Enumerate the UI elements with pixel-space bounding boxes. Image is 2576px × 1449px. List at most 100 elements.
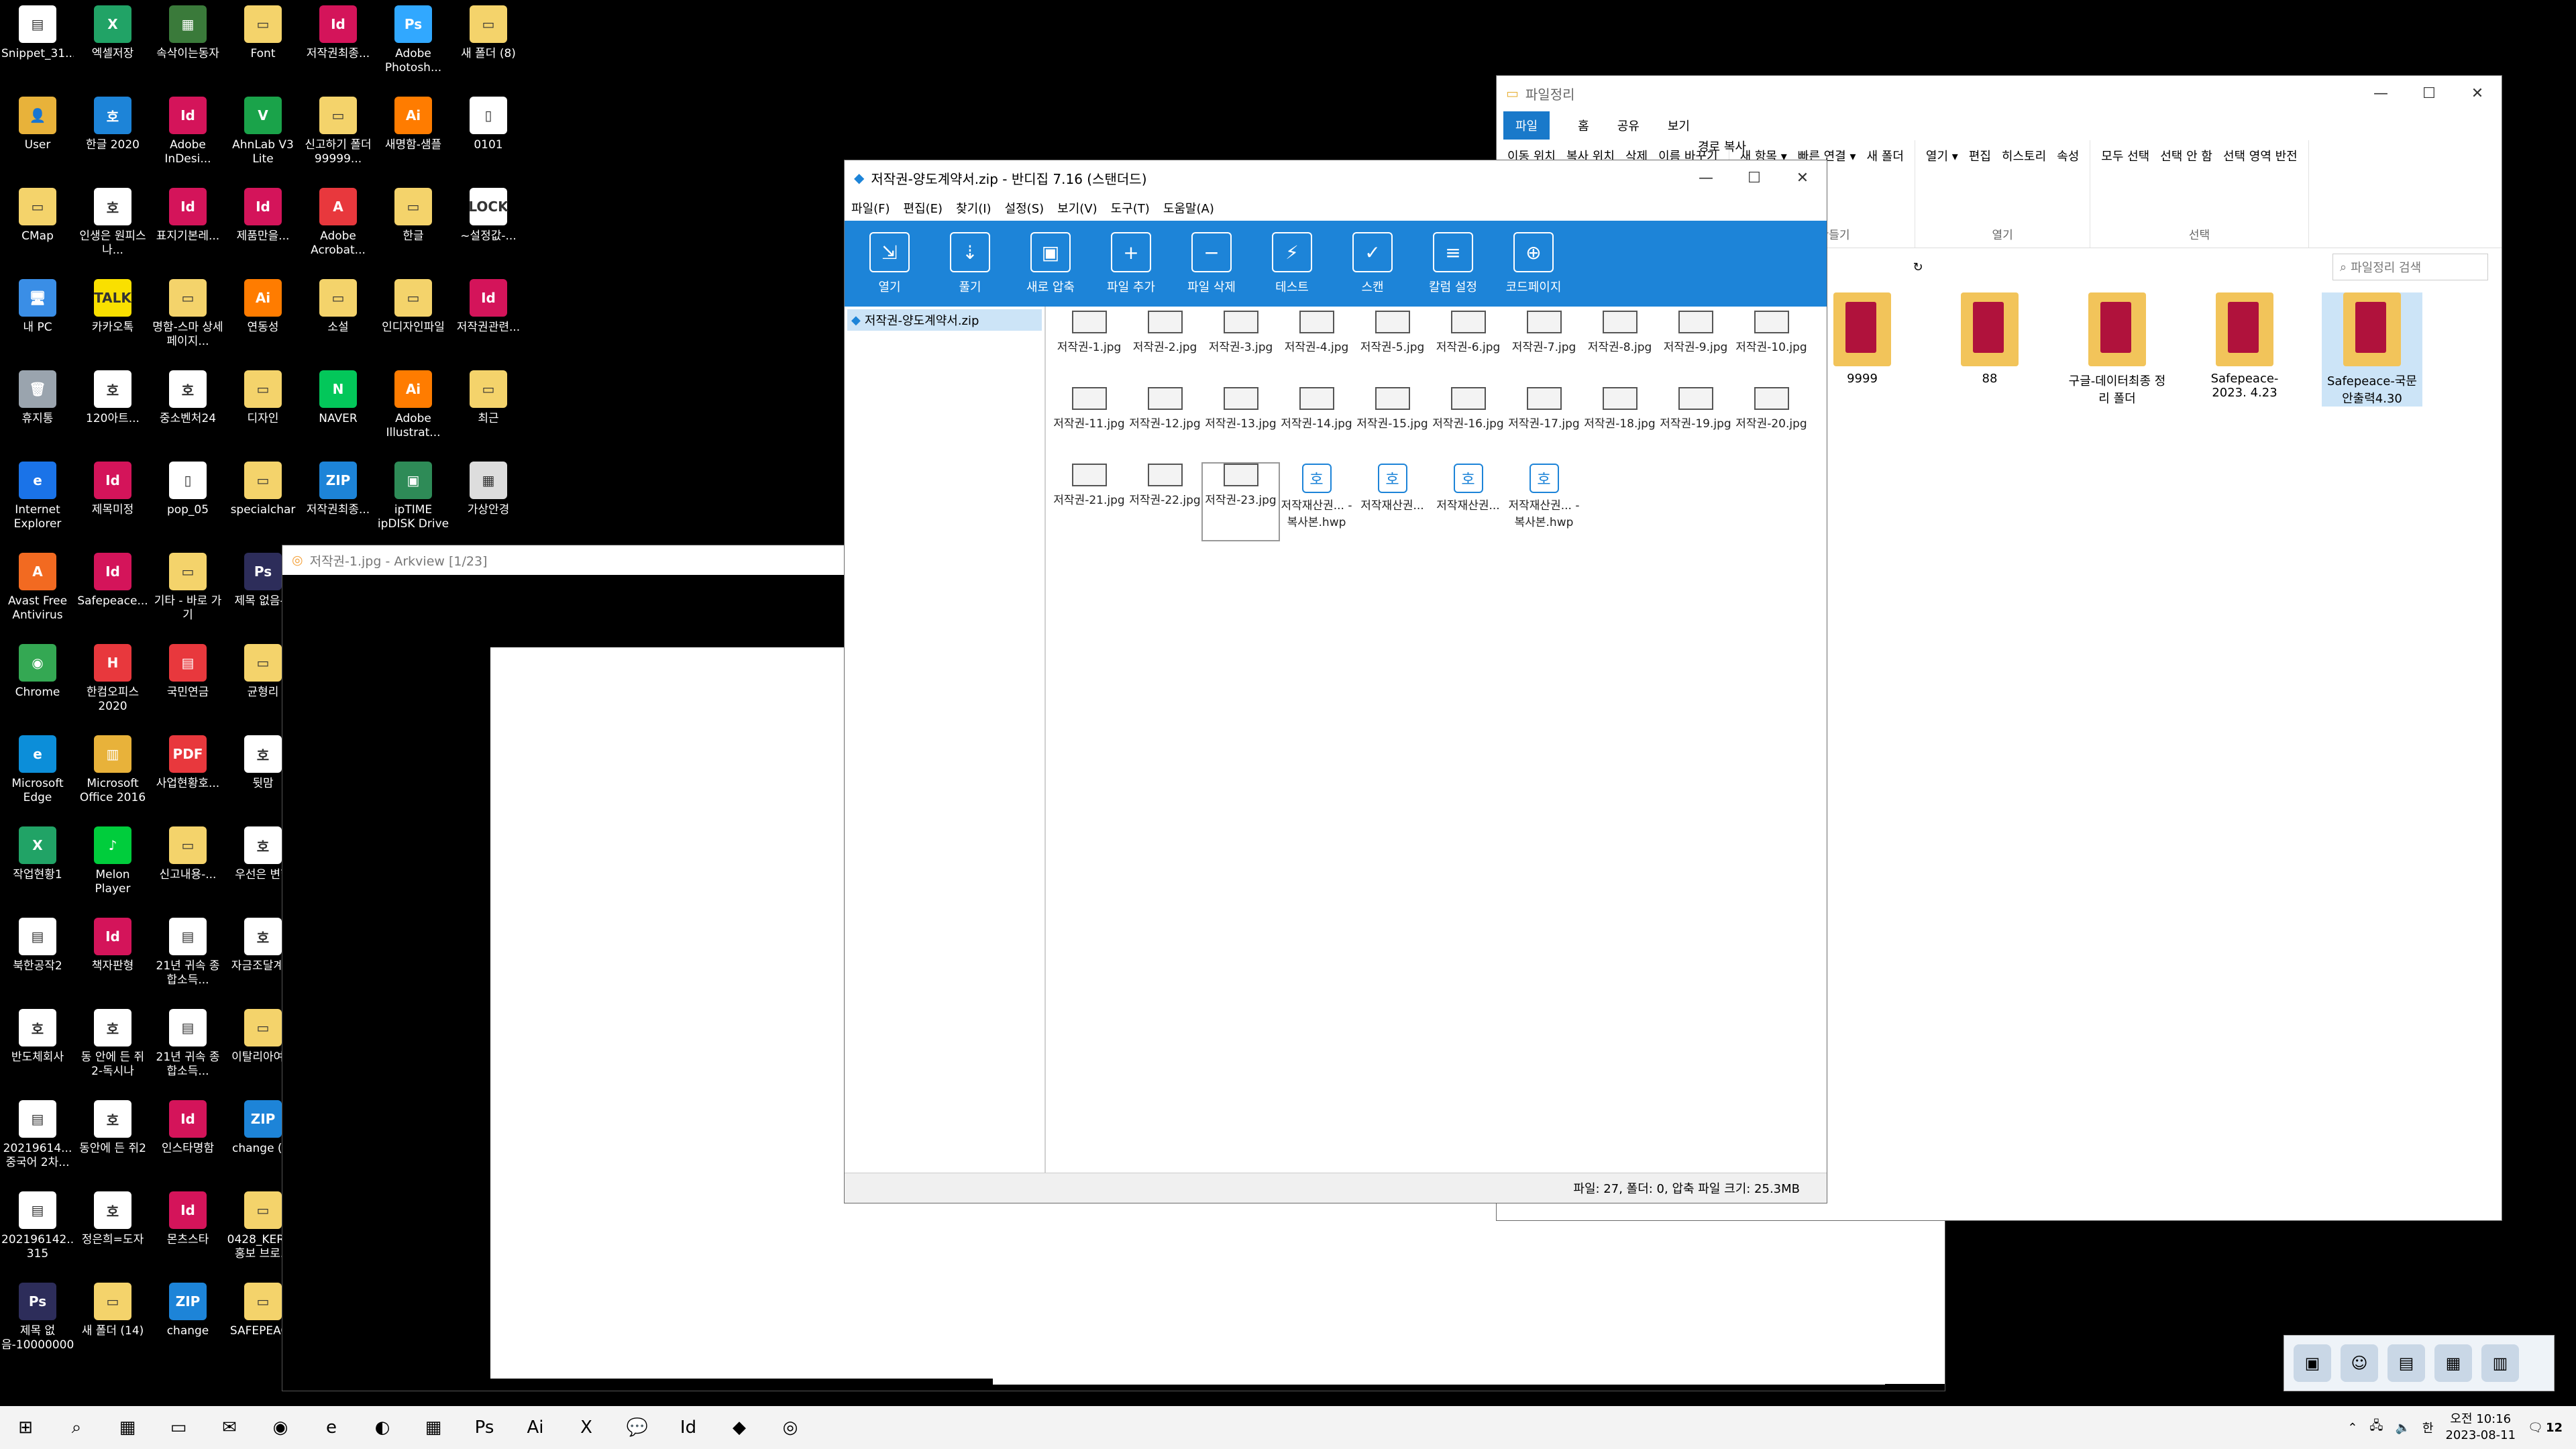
archive-file-item[interactable]: 저작권-12.jpg xyxy=(1127,387,1203,464)
desktop-icon[interactable]: Id 책자판형 xyxy=(75,912,150,1004)
desktop-icon[interactable]: Ps Adobe Photosh... xyxy=(376,0,451,91)
ribbon-command[interactable]: 편집 xyxy=(1969,147,1991,164)
minimize-button[interactable]: — xyxy=(2357,76,2405,111)
archive-file-item[interactable]: 저작권-11.jpg xyxy=(1051,387,1127,464)
desktop-icon[interactable]: ◉ Chrome xyxy=(0,639,75,730)
bandizip-titlebar[interactable]: ◆ 저작권-양도계약서.zip - 반디집 7.16 (스탠더드) — ☐ ✕ xyxy=(845,160,1827,195)
archive-file-item[interactable]: 저작권-22.jpg xyxy=(1127,464,1203,540)
taskbar-illustrator-icon[interactable]: Ai xyxy=(510,1406,561,1449)
desktop-icon[interactable]: ▭ 최근 xyxy=(451,365,526,456)
taskbar-photoshop-icon[interactable]: Ps xyxy=(459,1406,510,1449)
archive-file-item[interactable]: 저작권-10.jpg xyxy=(1733,311,1809,387)
desktop-icon[interactable]: TALK 카카오톡 xyxy=(75,274,150,365)
desktop-icon[interactable]: ▭ 소설 xyxy=(301,274,376,365)
desktop-icon[interactable]: ▭ 새 폴더 (14) xyxy=(75,1277,150,1368)
desktop-icon[interactable]: Id 저작권최종... xyxy=(301,0,376,91)
taskbar-search-icon[interactable]: ⌕ xyxy=(51,1406,102,1449)
desktop-icon[interactable]: Id 저작권관련... xyxy=(451,274,526,365)
desktop-icon[interactable]: ▥ Microsoft Office 2016 xyxy=(75,730,150,821)
taskbar-arkview-icon[interactable]: ◎ xyxy=(765,1406,816,1449)
menu-item[interactable]: 보기(V) xyxy=(1057,199,1097,217)
desktop-icon[interactable]: ▤ Snippet_31... xyxy=(0,0,75,91)
search-input[interactable]: ⌕ 파일정리 검색 xyxy=(2332,254,2488,280)
notification-icon[interactable]: 🗨 12 xyxy=(2528,1421,2563,1435)
desktop-icon[interactable]: ▭ 명함-스마 상세페이지... xyxy=(150,274,225,365)
chevron-up-icon[interactable]: ⌃ xyxy=(2347,1421,2357,1435)
desktop-icon[interactable]: ▭ 기타 - 바로 가기 xyxy=(150,547,225,639)
archive-file-item[interactable]: 호 저작재산권... xyxy=(1430,464,1506,540)
toolbar-button[interactable]: ⚡ 테스트 xyxy=(1260,232,1324,295)
refresh-icon[interactable]: ↻ xyxy=(1913,260,1923,274)
desktop-icon[interactable]: ▯ 0101 xyxy=(451,91,526,182)
desktop-icon[interactable]: 🗑 휴지통 xyxy=(0,365,75,456)
taskbar-chrome-icon[interactable]: ◉ xyxy=(255,1406,306,1449)
menu-item[interactable]: 파일(F) xyxy=(851,199,890,217)
menu-item[interactable]: 설정(S) xyxy=(1005,199,1044,217)
archive-file-item[interactable]: 저작권-16.jpg xyxy=(1430,387,1506,464)
tray-app-icon[interactable]: ▤ xyxy=(2387,1344,2425,1382)
desktop-icon[interactable]: ▭ 디자인 xyxy=(225,365,301,456)
desktop-icon[interactable]: e Internet Explorer xyxy=(0,456,75,547)
archive-file-item[interactable]: 저작권-21.jpg xyxy=(1051,464,1127,540)
desktop-icon[interactable]: e Microsoft Edge xyxy=(0,730,75,821)
input-language[interactable]: 한 xyxy=(2422,1419,2434,1436)
ribbon-command[interactable]: 열기 ▾ xyxy=(1926,147,1958,164)
desktop-icon[interactable]: A Avast Free Antivirus xyxy=(0,547,75,639)
close-button[interactable]: ✕ xyxy=(1778,160,1827,195)
folder-item[interactable]: 88 xyxy=(1939,292,2040,407)
archive-file-item[interactable]: 호 저작재산권... xyxy=(1354,464,1430,540)
desktop-icon[interactable]: Ai 새명함-샘플 xyxy=(376,91,451,182)
ribbon-tab[interactable]: 홈 xyxy=(1578,117,1589,134)
toolbar-button[interactable]: ✓ 스캔 xyxy=(1341,232,1404,295)
desktop-icon[interactable]: ▤ 20219614... 중국어 2차... xyxy=(0,1095,75,1186)
ribbon-tab[interactable]: 보기 xyxy=(1668,117,1690,134)
taskbar-excel-icon[interactable]: X xyxy=(561,1406,612,1449)
desktop-icon[interactable]: ▤ 북한공작2 xyxy=(0,912,75,1004)
desktop-icon[interactable]: ▦ 속삭이는동자 xyxy=(150,0,225,91)
desktop-icon[interactable]: 호 정은희=도자 xyxy=(75,1186,150,1277)
desktop-icon[interactable]: 호 반도체회사 xyxy=(0,1004,75,1095)
desktop-icon[interactable]: ▦ 가상안경 xyxy=(451,456,526,547)
taskbar-mail-icon[interactable]: ✉ xyxy=(204,1406,255,1449)
archive-file-item[interactable]: 저작권-4.jpg xyxy=(1279,311,1354,387)
archive-file-item[interactable]: 저작권-19.jpg xyxy=(1658,387,1733,464)
desktop-icon[interactable]: ▭ 새 폴더 (8) xyxy=(451,0,526,91)
tray-app-icon[interactable]: ☺ xyxy=(2341,1344,2378,1382)
desktop-icon[interactable]: X 엑셀저장 xyxy=(75,0,150,91)
tray-app-icon[interactable]: ▣ xyxy=(2294,1344,2331,1382)
desktop-icon[interactable]: ▭ 신고하기 폴더99999... xyxy=(301,91,376,182)
archive-file-item[interactable]: 호 저작재산권... - 복사본.hwp xyxy=(1279,464,1354,540)
archive-file-item[interactable]: 저작권-2.jpg xyxy=(1127,311,1203,387)
menu-item[interactable]: 도움말(A) xyxy=(1163,199,1214,217)
desktop-icon[interactable]: ▤ 21년 귀속 종합소득... xyxy=(150,1004,225,1095)
archive-file-item[interactable]: 저작권-9.jpg xyxy=(1658,311,1733,387)
archive-file-item[interactable]: 호 저작재산권... - 복사본.hwp xyxy=(1506,464,1582,540)
toolbar-button[interactable]: ⊕ 코드페이지 xyxy=(1502,232,1565,295)
explorer-titlebar[interactable]: ▭ 파일정리 — ☐ ✕ xyxy=(1497,76,2502,111)
desktop-icon[interactable]: ▤ 국민연금 xyxy=(150,639,225,730)
archive-file-item[interactable]: 저작권-14.jpg xyxy=(1279,387,1354,464)
ribbon-command[interactable]: 선택 안 함 xyxy=(2160,147,2212,164)
folder-item[interactable]: 구글-데이터최종 정리 폴더 xyxy=(2067,292,2167,407)
desktop-icon[interactable]: LOCK ~설정값-... xyxy=(451,182,526,274)
desktop-icon[interactable]: ▭ Font xyxy=(225,0,301,91)
menu-item[interactable]: 도구(T) xyxy=(1111,199,1150,217)
desktop-icon[interactable]: V AhnLab V3 Lite xyxy=(225,91,301,182)
desktop-icon[interactable]: ▭ 인디자인파일 xyxy=(376,274,451,365)
maximize-button[interactable]: ☐ xyxy=(2405,76,2453,111)
desktop-icon[interactable]: Id 제목미정 xyxy=(75,456,150,547)
desktop-icon[interactable]: Id Adobe InDesi... xyxy=(150,91,225,182)
archive-file-item[interactable]: 저작권-15.jpg xyxy=(1354,387,1430,464)
desktop-icon[interactable]: ▭ specialchar xyxy=(225,456,301,547)
ribbon-command[interactable]: 속성 xyxy=(2057,147,2079,164)
desktop-icon[interactable]: ♪ Melon Player xyxy=(75,821,150,912)
desktop-icon[interactable]: Id 표지기본레... xyxy=(150,182,225,274)
archive-file-item[interactable]: 저작권-13.jpg xyxy=(1203,387,1279,464)
desktop-icon[interactable]: 호 120아트... xyxy=(75,365,150,456)
archive-file-item[interactable]: 저작권-20.jpg xyxy=(1733,387,1809,464)
taskbar-whale-icon[interactable]: ◐ xyxy=(357,1406,408,1449)
desktop-icon[interactable]: ▤ 21년 귀속 종합소득... xyxy=(150,912,225,1004)
ribbon-tab[interactable]: 공유 xyxy=(1617,117,1640,134)
desktop-icon[interactable]: Ai Adobe Illustrat... xyxy=(376,365,451,456)
taskbar-calculator-icon[interactable]: ▦ xyxy=(408,1406,459,1449)
